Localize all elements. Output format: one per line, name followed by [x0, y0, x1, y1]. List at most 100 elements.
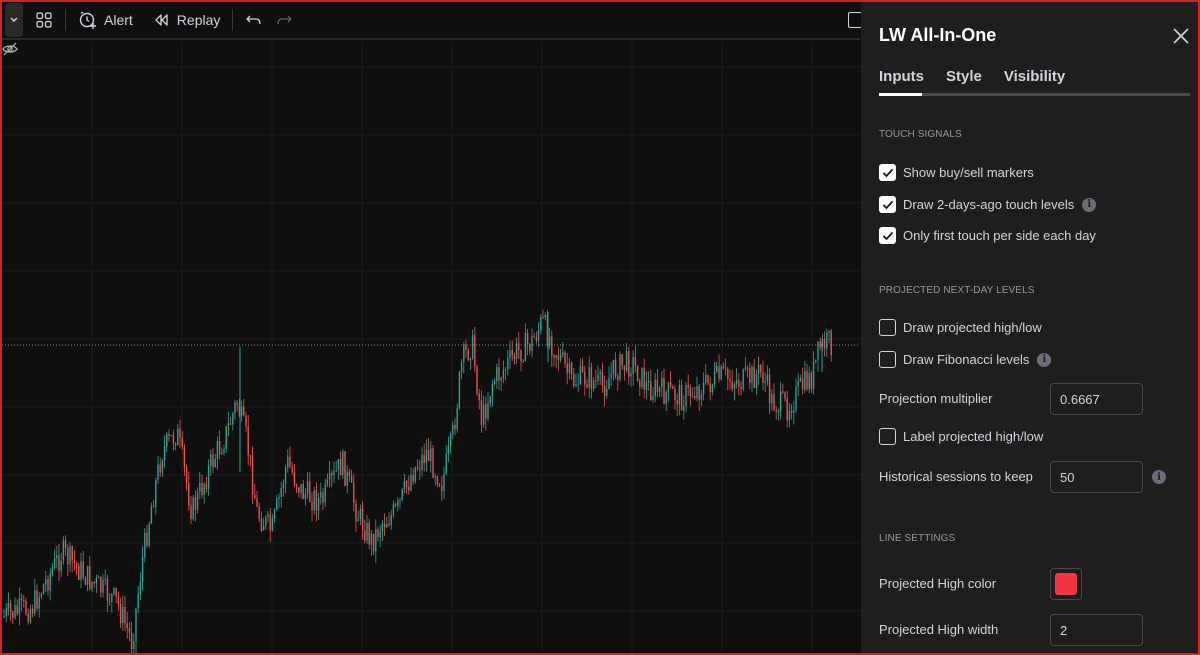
candle-body — [641, 367, 643, 388]
candle-body — [522, 361, 524, 363]
candle-body — [194, 497, 197, 510]
info-icon[interactable]: i — [1152, 470, 1166, 484]
info-icon[interactable]: i — [1082, 197, 1097, 212]
redo-button[interactable] — [269, 5, 299, 35]
undo-icon — [246, 15, 262, 25]
candle-body — [181, 437, 183, 447]
candle-body — [111, 593, 113, 603]
candle-body — [243, 406, 245, 416]
layout-dropdown-button[interactable] — [5, 3, 23, 37]
candle-body — [570, 363, 573, 375]
candle-body — [518, 343, 520, 350]
candle-body — [240, 406, 243, 417]
candle-body — [328, 472, 331, 480]
draw-touch-levels-checkbox-row[interactable]: Draw 2-days-ago touch levels i — [879, 196, 1097, 213]
candle-body — [25, 601, 27, 614]
candle-body — [320, 492, 322, 498]
projected-high-color-picker[interactable] — [1050, 568, 1082, 600]
show-markers-checkbox-row[interactable]: Show buy/sell markers — [879, 164, 1034, 181]
candle-body — [315, 490, 318, 511]
candle-body — [419, 468, 421, 470]
replay-button[interactable]: Replay — [147, 5, 227, 35]
draw-projected-checkbox-row[interactable]: Draw projected high/low — [879, 319, 1042, 336]
candle-body — [724, 368, 727, 370]
candle-body — [639, 381, 641, 388]
candle-body — [727, 369, 729, 379]
candle-body — [531, 336, 533, 351]
candle-body — [625, 351, 628, 371]
candle-body — [115, 587, 117, 596]
candle-body — [441, 485, 443, 492]
candle-body — [104, 578, 106, 580]
candle-body — [762, 372, 764, 383]
candle-body — [432, 448, 434, 478]
candle-body — [216, 441, 219, 459]
label-projected-checkbox-row[interactable]: Label projected high/low — [879, 428, 1043, 445]
checkbox-checked[interactable] — [879, 164, 896, 181]
candle-body — [414, 466, 417, 482]
candle-body — [557, 355, 560, 360]
checkbox-checked[interactable] — [879, 196, 896, 213]
candle-body — [172, 434, 175, 444]
projection-multiplier-input[interactable]: 0.6667 — [1050, 383, 1143, 415]
candle-body — [377, 529, 379, 538]
candle-body — [423, 454, 425, 463]
info-icon[interactable]: i — [1037, 352, 1052, 367]
candle-body — [408, 486, 410, 491]
candle-body — [170, 434, 172, 436]
candle-body — [460, 362, 463, 373]
checkbox-unchecked[interactable] — [879, 351, 896, 368]
candle-body — [784, 392, 786, 399]
candle-body — [383, 523, 386, 528]
candle-body — [555, 355, 557, 358]
candle-body — [163, 446, 166, 461]
candle-body — [73, 560, 76, 564]
candle-body — [654, 379, 656, 396]
alert-button[interactable]: Alert — [72, 5, 139, 35]
projected-high-width-input[interactable]: 2 — [1050, 614, 1143, 646]
undo-button[interactable] — [239, 5, 269, 35]
candle-body — [579, 365, 582, 384]
candle-body — [3, 616, 5, 618]
candle-body — [302, 483, 304, 499]
candle-body — [680, 385, 683, 411]
close-icon[interactable] — [1171, 26, 1191, 46]
candle-body — [498, 367, 500, 381]
tab-inputs[interactable]: Inputs — [879, 68, 924, 85]
tab-style[interactable]: Style — [946, 68, 982, 85]
candle-body — [689, 387, 692, 397]
indicator-settings-panel: LW All-In-One Inputs Style Visibility TO… — [861, 2, 1198, 653]
tabs-track — [879, 93, 1190, 96]
fullscreen-button[interactable] — [848, 12, 862, 28]
candle-body — [586, 384, 588, 388]
candle-body — [344, 451, 346, 486]
candle-body — [258, 506, 260, 519]
candle-body — [137, 593, 139, 609]
tab-visibility[interactable]: Visibility — [1004, 68, 1065, 85]
candle-body — [526, 332, 529, 345]
candle-body — [562, 352, 564, 355]
candle-body — [537, 330, 540, 341]
historical-sessions-input[interactable]: 50 — [1050, 461, 1143, 493]
candle-body — [474, 334, 476, 367]
toolbar-divider — [65, 9, 66, 31]
candle-body — [790, 410, 793, 413]
candle-body — [595, 380, 597, 382]
candle-body — [584, 371, 586, 385]
candle-body — [295, 484, 298, 488]
candle-body — [177, 428, 179, 446]
checkbox-unchecked[interactable] — [879, 428, 896, 445]
candle-body — [559, 354, 562, 360]
checkbox-checked[interactable] — [879, 227, 896, 244]
first-touch-checkbox-row[interactable]: Only first touch per side each day — [879, 227, 1096, 244]
eye-crossed-icon[interactable] — [2, 42, 18, 56]
projected-high-color-label: Projected High color — [879, 576, 997, 591]
candle-body — [817, 341, 819, 360]
indicator-templates-button[interactable] — [29, 5, 59, 35]
candle-body — [289, 456, 291, 467]
checkbox-unchecked[interactable] — [879, 319, 896, 336]
candle-body — [196, 491, 199, 510]
draw-fibonacci-checkbox-row[interactable]: Draw Fibonacci levels i — [879, 351, 1052, 368]
candle-body — [298, 487, 300, 493]
price-chart[interactable] — [2, 42, 860, 653]
